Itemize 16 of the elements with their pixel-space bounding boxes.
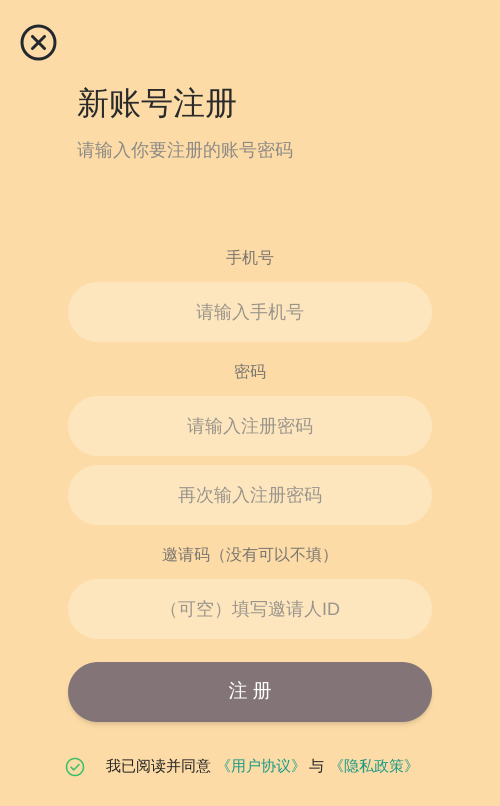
- page-title: 新账号注册: [77, 84, 238, 123]
- close-icon[interactable]: [20, 24, 57, 61]
- input-field[interactable]: 再次输入注册密码: [68, 465, 432, 525]
- agreement-text: 我已阅读并同意: [106, 757, 211, 777]
- joiner-text: 与: [309, 757, 324, 777]
- input-field[interactable]: 请输入注册密码: [68, 396, 432, 456]
- field-label: 邀请码（没有可以不填）: [162, 546, 338, 566]
- privacy-policy-link[interactable]: 《隐私政策》: [329, 757, 419, 777]
- field-label: 手机号: [226, 248, 274, 269]
- register-button[interactable]: 注 册: [68, 662, 432, 722]
- field-label: 密码: [234, 362, 266, 383]
- input-field[interactable]: 请输入手机号: [68, 282, 432, 342]
- user-agreement-link[interactable]: 《用户协议》: [216, 757, 306, 777]
- page-subtitle: 请输入你要注册的账号密码: [77, 139, 294, 162]
- agree-checkbox[interactable]: [65, 757, 85, 777]
- input-field[interactable]: （可空）填写邀请人ID: [68, 579, 432, 639]
